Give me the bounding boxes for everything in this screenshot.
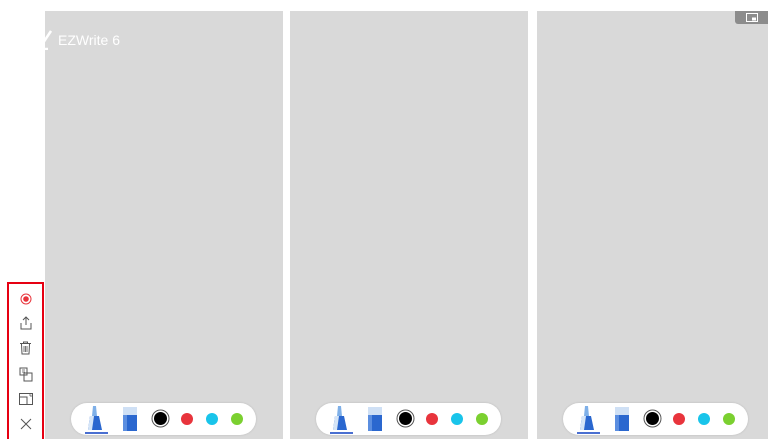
pen-icon[interactable] bbox=[577, 404, 599, 434]
copy-icon bbox=[19, 367, 32, 381]
share-icon bbox=[20, 316, 31, 330]
record-icon bbox=[20, 293, 31, 305]
color-cyan-swatch[interactable] bbox=[206, 413, 218, 425]
eraser-icon[interactable] bbox=[367, 407, 383, 431]
record-button[interactable] bbox=[9, 288, 42, 310]
close-icon bbox=[20, 418, 31, 430]
window-button[interactable] bbox=[9, 388, 42, 410]
app-logo: EZWrite 6 bbox=[38, 30, 120, 50]
pen-selected-indicator bbox=[85, 432, 108, 434]
drawing-toolbar-3 bbox=[563, 403, 748, 435]
color-green-swatch[interactable] bbox=[723, 413, 735, 425]
window-mode-icon bbox=[745, 13, 758, 22]
drawing-toolbar-2 bbox=[316, 403, 501, 435]
color-green-swatch[interactable] bbox=[231, 413, 243, 425]
whiteboard-panel-3[interactable] bbox=[537, 11, 768, 439]
color-cyan-swatch[interactable] bbox=[698, 413, 710, 425]
copy-button[interactable] bbox=[9, 363, 42, 385]
window-mode-button[interactable] bbox=[735, 11, 768, 24]
eraser-icon[interactable] bbox=[614, 407, 630, 431]
color-red-swatch[interactable] bbox=[426, 413, 438, 425]
color-black-swatch[interactable] bbox=[646, 412, 659, 425]
color-black-swatch[interactable] bbox=[154, 412, 167, 425]
pen-icon[interactable] bbox=[85, 404, 107, 434]
whiteboard-panel-1[interactable] bbox=[45, 11, 283, 439]
color-cyan-swatch[interactable] bbox=[451, 413, 463, 425]
app-title: EZWrite 6 bbox=[58, 32, 120, 48]
trash-icon bbox=[20, 341, 31, 355]
close-button[interactable] bbox=[9, 413, 42, 435]
eraser-icon[interactable] bbox=[122, 407, 138, 431]
window-icon bbox=[18, 393, 33, 405]
color-red-swatch[interactable] bbox=[673, 413, 685, 425]
pen-selected-indicator bbox=[330, 432, 353, 434]
whiteboard-panel-2[interactable] bbox=[290, 11, 528, 439]
color-black-swatch[interactable] bbox=[399, 412, 412, 425]
share-button[interactable] bbox=[9, 312, 42, 334]
pen-icon[interactable] bbox=[330, 404, 352, 434]
side-menu bbox=[7, 282, 44, 439]
delete-button[interactable] bbox=[9, 337, 42, 359]
drawing-toolbar-1 bbox=[71, 403, 256, 435]
pen-selected-indicator bbox=[577, 432, 600, 434]
color-red-swatch[interactable] bbox=[181, 413, 193, 425]
ezwrite-logo-icon bbox=[38, 30, 52, 50]
color-green-swatch[interactable] bbox=[476, 413, 488, 425]
